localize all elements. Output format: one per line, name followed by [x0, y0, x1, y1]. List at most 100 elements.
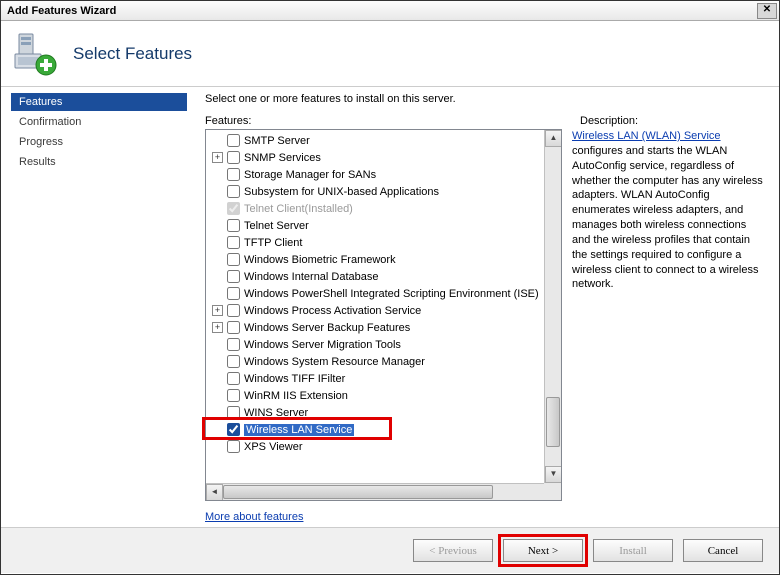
- feature-checkbox[interactable]: [227, 168, 240, 181]
- feature-label: Telnet Client: [244, 203, 305, 215]
- tree-item[interactable]: SMTP Server: [206, 132, 561, 149]
- feature-checkbox[interactable]: [227, 440, 240, 453]
- feature-label: TFTP Client: [244, 237, 302, 249]
- feature-checkbox[interactable]: [227, 253, 240, 266]
- previous-button[interactable]: < Previous: [413, 539, 493, 562]
- tree-item[interactable]: Windows Internal Database: [206, 268, 561, 285]
- tree-item[interactable]: XPS Viewer: [206, 438, 561, 455]
- scroll-up-button[interactable]: ▲: [545, 130, 562, 147]
- feature-checkbox[interactable]: [227, 185, 240, 198]
- server-wizard-icon: [13, 32, 57, 76]
- feature-checkbox[interactable]: [227, 134, 240, 147]
- feature-checkbox[interactable]: [227, 389, 240, 402]
- more-about-features-link[interactable]: More about features: [205, 511, 562, 523]
- scroll-thumb-vertical[interactable]: [546, 397, 560, 447]
- feature-checkbox[interactable]: [227, 236, 240, 249]
- tree-item[interactable]: + SNMP Services: [206, 149, 561, 166]
- wizard-nav: Features Confirmation Progress Results: [1, 87, 197, 527]
- expand-icon[interactable]: +: [212, 322, 223, 333]
- tree-item[interactable]: Telnet Client (Installed): [206, 200, 561, 217]
- expand-icon[interactable]: +: [212, 305, 223, 316]
- next-button[interactable]: Next >: [503, 539, 583, 562]
- cancel-button[interactable]: Cancel: [683, 539, 763, 562]
- features-panel: Features: SMTP Server + SNMP Services Stora…: [197, 115, 562, 523]
- tree-item[interactable]: WinRM IIS Extension: [206, 387, 561, 404]
- feature-label: Windows TIFF IFilter: [244, 373, 345, 385]
- feature-checkbox[interactable]: [227, 151, 240, 164]
- scroll-left-button[interactable]: ◄: [206, 484, 223, 501]
- feature-checkbox: [227, 202, 240, 215]
- scroll-down-button[interactable]: ▼: [545, 466, 562, 483]
- feature-checkbox[interactable]: [227, 423, 240, 436]
- description-panel: Description: Wireless LAN (WLAN) Service…: [572, 115, 767, 523]
- features-label: Features:: [205, 115, 562, 127]
- tree-item[interactable]: WINS Server: [206, 404, 561, 421]
- feature-label: SNMP Services: [244, 152, 321, 164]
- nav-step-confirmation[interactable]: Confirmation: [11, 113, 187, 131]
- tree-item[interactable]: + Windows Process Activation Service: [206, 302, 561, 319]
- feature-checkbox[interactable]: [227, 287, 240, 300]
- scrollbar-corner: [544, 483, 561, 500]
- horizontal-scrollbar[interactable]: ◄ ►: [206, 483, 561, 500]
- nav-step-progress[interactable]: Progress: [11, 133, 187, 151]
- expand-icon[interactable]: +: [212, 152, 223, 163]
- header-band: Select Features: [1, 21, 779, 87]
- feature-label: WinRM IIS Extension: [244, 390, 348, 402]
- feature-label: Telnet Server: [244, 220, 309, 232]
- panels-row: Features: SMTP Server + SNMP Services Stora…: [197, 115, 767, 523]
- feature-checkbox[interactable]: [227, 270, 240, 283]
- feature-label: Subsystem for UNIX-based Applications: [244, 186, 439, 198]
- feature-label: Windows Internal Database: [244, 271, 379, 283]
- feature-label: Windows Biometric Framework: [244, 254, 396, 266]
- button-bar: < Previous Next > Install Cancel: [1, 527, 779, 573]
- close-button[interactable]: ✕: [757, 3, 777, 19]
- tree-item[interactable]: Windows System Resource Manager: [206, 353, 561, 370]
- scroll-track-horizontal[interactable]: [223, 484, 544, 500]
- feature-checkbox[interactable]: [227, 338, 240, 351]
- tree-item[interactable]: + Windows Server Backup Features: [206, 319, 561, 336]
- close-icon: ✕: [763, 4, 771, 15]
- feature-label: SMTP Server: [244, 135, 310, 147]
- feature-checkbox[interactable]: [227, 304, 240, 317]
- feature-label: Windows Server Migration Tools: [244, 339, 401, 351]
- nav-step-results[interactable]: Results: [11, 153, 187, 171]
- tree-item[interactable]: Windows Biometric Framework: [206, 251, 561, 268]
- feature-label: XPS Viewer: [244, 441, 303, 453]
- feature-label: WINS Server: [244, 407, 308, 419]
- nav-step-features[interactable]: Features: [11, 93, 187, 111]
- tree-item[interactable]: Windows PowerShell Integrated Scripting …: [206, 285, 561, 302]
- description-body: configures and starts the WLAN AutoConfi…: [572, 145, 763, 291]
- install-button[interactable]: Install: [593, 539, 673, 562]
- feature-label: Wireless LAN Service: [244, 424, 354, 436]
- feature-label: Windows System Resource Manager: [244, 356, 425, 368]
- vertical-scrollbar[interactable]: ▲ ▼: [544, 130, 561, 483]
- tree-item[interactable]: TFTP Client: [206, 234, 561, 251]
- scroll-thumb-horizontal[interactable]: [223, 485, 493, 499]
- instruction-text: Select one or more features to install o…: [205, 93, 767, 105]
- feature-label: Storage Manager for SANs: [244, 169, 376, 181]
- installed-suffix: (Installed): [305, 203, 353, 215]
- scroll-track-vertical[interactable]: [545, 147, 561, 466]
- tree-item[interactable]: Telnet Server: [206, 217, 561, 234]
- feature-label: Windows Process Activation Service: [244, 305, 421, 317]
- feature-checkbox[interactable]: [227, 406, 240, 419]
- tree-item[interactable]: Storage Manager for SANs: [206, 166, 561, 183]
- description-title-link[interactable]: Wireless LAN (WLAN) Service: [572, 130, 721, 142]
- tree-item[interactable]: Subsystem for UNIX-based Applications: [206, 183, 561, 200]
- tree-item[interactable]: Windows TIFF IFilter: [206, 370, 561, 387]
- feature-checkbox[interactable]: [227, 355, 240, 368]
- feature-label: Windows Server Backup Features: [244, 322, 410, 334]
- content-area: Features Confirmation Progress Results Sele…: [1, 87, 779, 527]
- description-label: Description:: [580, 115, 767, 127]
- tree-item[interactable]: Windows Server Migration Tools: [206, 336, 561, 353]
- feature-checkbox[interactable]: [227, 321, 240, 334]
- main-panel: Select one or more features to install o…: [197, 87, 779, 527]
- features-tree[interactable]: SMTP Server + SNMP Services Storage Manager…: [205, 129, 562, 501]
- feature-checkbox[interactable]: [227, 219, 240, 232]
- tree-item[interactable]: Wireless LAN Service: [206, 421, 561, 438]
- feature-checkbox[interactable]: [227, 372, 240, 385]
- description-text: Wireless LAN (WLAN) Service configures a…: [572, 129, 767, 292]
- window-title: Add Features Wizard: [7, 5, 757, 17]
- feature-label: Windows PowerShell Integrated Scripting …: [244, 288, 539, 300]
- page-title: Select Features: [73, 44, 192, 64]
